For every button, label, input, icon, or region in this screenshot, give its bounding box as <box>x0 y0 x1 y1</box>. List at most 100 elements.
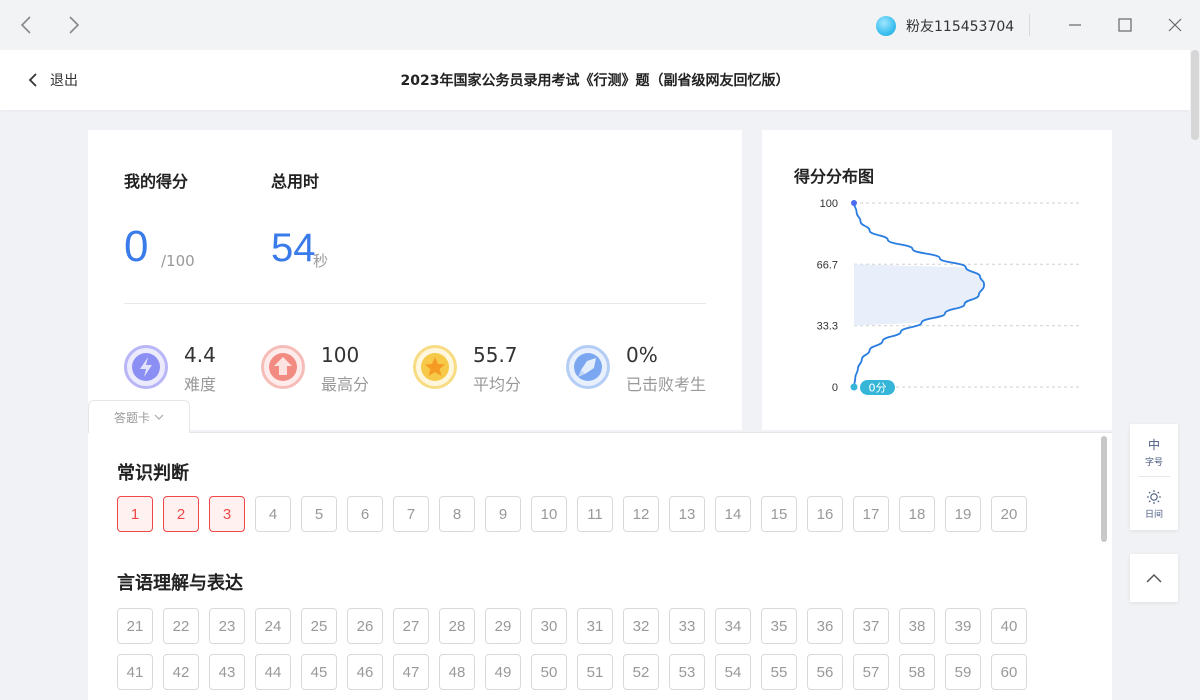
font-size-button[interactable]: 中 字号 <box>1130 430 1178 474</box>
font-size-label: 字号 <box>1144 458 1163 468</box>
question-button[interactable]: 48 <box>439 654 475 690</box>
question-button[interactable]: 51 <box>577 654 613 690</box>
page-title: 2023年国家公务员录用考试《行测》题（副省级网友回忆版） <box>400 73 790 89</box>
answer-card-panel: 常识判断 1 2 3 4 5 6 7 8 9 10 11 12 13 14 15 16 17 18 19 20 言语理… <box>88 432 1112 700</box>
side-toolbar: 中 字号 日间 <box>1130 424 1178 530</box>
my-score-badge-label: 0分 <box>869 382 887 395</box>
back-to-top-button[interactable] <box>1130 554 1178 602</box>
question-button[interactable]: 52 <box>623 654 659 690</box>
maximize-icon[interactable] <box>1112 12 1138 38</box>
time-label: 总用时 <box>271 172 320 191</box>
question-button[interactable]: 26 <box>347 608 383 644</box>
window-scrollbar-thumb[interactable] <box>1191 50 1199 140</box>
question-button[interactable]: 23 <box>209 608 245 644</box>
day-mode-label: 日间 <box>1144 509 1163 520</box>
my-score-total: /100 <box>161 252 195 270</box>
question-button[interactable]: 10 <box>531 496 567 532</box>
question-button[interactable]: 42 <box>163 654 199 690</box>
question-button[interactable]: 60 <box>991 654 1027 690</box>
question-button[interactable]: 19 <box>945 496 981 532</box>
question-button[interactable]: 57 <box>853 654 889 690</box>
question-button[interactable]: 36 <box>807 608 843 644</box>
font-size-glyph: 中 <box>1147 438 1160 452</box>
day-mode-button[interactable]: 日间 <box>1130 482 1178 526</box>
stat-label: 难度 <box>184 375 217 394</box>
question-button[interactable]: 55 <box>761 654 797 690</box>
question-button[interactable]: 53 <box>669 654 705 690</box>
question-button[interactable]: 17 <box>853 496 889 532</box>
question-button[interactable]: 14 <box>715 496 751 532</box>
question-button[interactable]: 12 <box>623 496 659 532</box>
question-button[interactable]: 3 <box>209 496 245 532</box>
question-button[interactable]: 8 <box>439 496 475 532</box>
stat-value: 4.4 <box>184 343 216 367</box>
question-button[interactable]: 44 <box>255 654 291 690</box>
question-button[interactable]: 11 <box>577 496 613 532</box>
question-button[interactable]: 40 <box>991 608 1027 644</box>
question-button[interactable]: 16 <box>807 496 843 532</box>
rocket-icon <box>566 345 610 389</box>
user-info[interactable]: 粉友115453704 <box>876 16 1014 36</box>
question-button[interactable]: 54 <box>715 654 751 690</box>
window-scrollbar[interactable] <box>1190 50 1200 700</box>
question-button[interactable]: 50 <box>531 654 567 690</box>
question-button[interactable]: 49 <box>485 654 521 690</box>
question-button[interactable]: 13 <box>669 496 705 532</box>
back-arrow-icon[interactable] <box>13 12 39 38</box>
question-button[interactable]: 32 <box>623 608 659 644</box>
question-button[interactable]: 25 <box>301 608 337 644</box>
stat-label: 最高分 <box>321 375 370 394</box>
question-button[interactable]: 56 <box>807 654 843 690</box>
toolbar-divider <box>1138 476 1170 477</box>
question-button[interactable]: 58 <box>899 654 935 690</box>
question-button[interactable]: 21 <box>117 608 153 644</box>
avatar <box>876 16 896 36</box>
question-button[interactable]: 9 <box>485 496 521 532</box>
page-header: 退出 2023年国家公务员录用考试《行测》题（副省级网友回忆版） <box>0 50 1190 110</box>
question-button[interactable]: 47 <box>393 654 429 690</box>
question-button[interactable]: 20 <box>991 496 1027 532</box>
question-button[interactable]: 37 <box>853 608 889 644</box>
section-title-verbal: 言语理解与表达 <box>117 573 243 594</box>
question-button[interactable]: 22 <box>163 608 199 644</box>
y-tick-label: 33.3 <box>817 321 838 333</box>
question-button[interactable]: 5 <box>301 496 337 532</box>
username: 粉友115453704 <box>906 19 1015 35</box>
chevron-down-icon <box>154 414 164 420</box>
question-button[interactable]: 27 <box>393 608 429 644</box>
question-button[interactable]: 15 <box>761 496 797 532</box>
question-button[interactable]: 29 <box>485 608 521 644</box>
stat-label: 已击败考生 <box>626 375 707 394</box>
question-button[interactable]: 35 <box>761 608 797 644</box>
question-button[interactable]: 33 <box>669 608 705 644</box>
question-button[interactable]: 45 <box>301 654 337 690</box>
question-button[interactable]: 39 <box>945 608 981 644</box>
question-button[interactable]: 7 <box>393 496 429 532</box>
question-button[interactable]: 2 <box>163 496 199 532</box>
question-button[interactable]: 41 <box>117 654 153 690</box>
y-tick-label: 0 <box>832 382 838 394</box>
question-button[interactable]: 43 <box>209 654 245 690</box>
question-button[interactable]: 46 <box>347 654 383 690</box>
tab-answer-card[interactable]: 答题卡 <box>88 400 190 433</box>
question-button[interactable]: 38 <box>899 608 935 644</box>
my-score-value: 0 <box>124 222 149 271</box>
question-button[interactable]: 4 <box>255 496 291 532</box>
question-button[interactable]: 1 <box>117 496 153 532</box>
time-unit: 秒 <box>313 252 329 270</box>
question-button[interactable]: 34 <box>715 608 751 644</box>
question-button[interactable]: 24 <box>255 608 291 644</box>
forward-arrow-icon[interactable] <box>61 12 87 38</box>
question-button[interactable]: 18 <box>899 496 935 532</box>
minimize-icon[interactable] <box>1062 12 1088 38</box>
stat-value: 0% <box>626 343 658 367</box>
question-button[interactable]: 31 <box>577 608 613 644</box>
question-button[interactable]: 30 <box>531 608 567 644</box>
stat-label: 平均分 <box>473 375 522 394</box>
question-button[interactable]: 6 <box>347 496 383 532</box>
question-button[interactable]: 59 <box>945 654 981 690</box>
close-icon[interactable] <box>1162 12 1188 38</box>
question-button[interactable]: 28 <box>439 608 475 644</box>
score-divider <box>124 303 706 304</box>
panel-scrollbar-thumb[interactable] <box>1101 436 1107 542</box>
